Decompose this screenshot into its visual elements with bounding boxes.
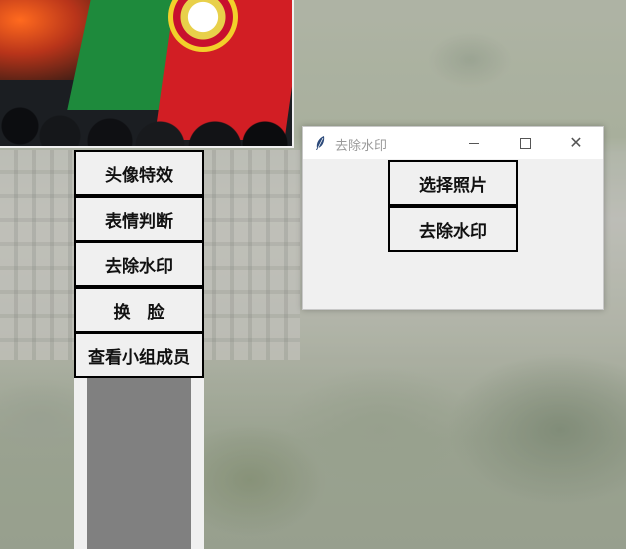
close-button[interactable]: ✕	[553, 127, 599, 159]
feather-icon	[316, 136, 325, 150]
face-swap-button[interactable]: 换 脸	[74, 287, 204, 333]
main-menu: 头像特效 表情判断 去除水印 换 脸 查看小组成员	[74, 150, 204, 549]
minimize-button[interactable]	[451, 127, 497, 159]
remove-watermark-button[interactable]: 去除水印	[388, 206, 518, 252]
avatar-effect-button[interactable]: 头像特效	[74, 150, 204, 196]
remove-watermark-window: 去除水印 ✕ 选择照片 去除水印	[302, 126, 604, 310]
close-icon: ✕	[569, 133, 583, 152]
select-photo-button[interactable]: 选择照片	[388, 160, 518, 206]
remove-watermark-menu-button[interactable]: 去除水印	[74, 241, 204, 287]
gray-panel	[87, 378, 191, 549]
maximize-button[interactable]	[502, 127, 548, 159]
expression-detect-button[interactable]: 表情判断	[74, 196, 204, 242]
title-bar[interactable]: 去除水印 ✕	[303, 127, 603, 159]
window-title: 去除水印	[335, 139, 388, 154]
maximize-icon	[519, 137, 531, 149]
minimize-icon	[469, 142, 479, 144]
flag-photo	[0, 0, 294, 148]
view-team-members-button[interactable]: 查看小组成员	[74, 332, 204, 378]
